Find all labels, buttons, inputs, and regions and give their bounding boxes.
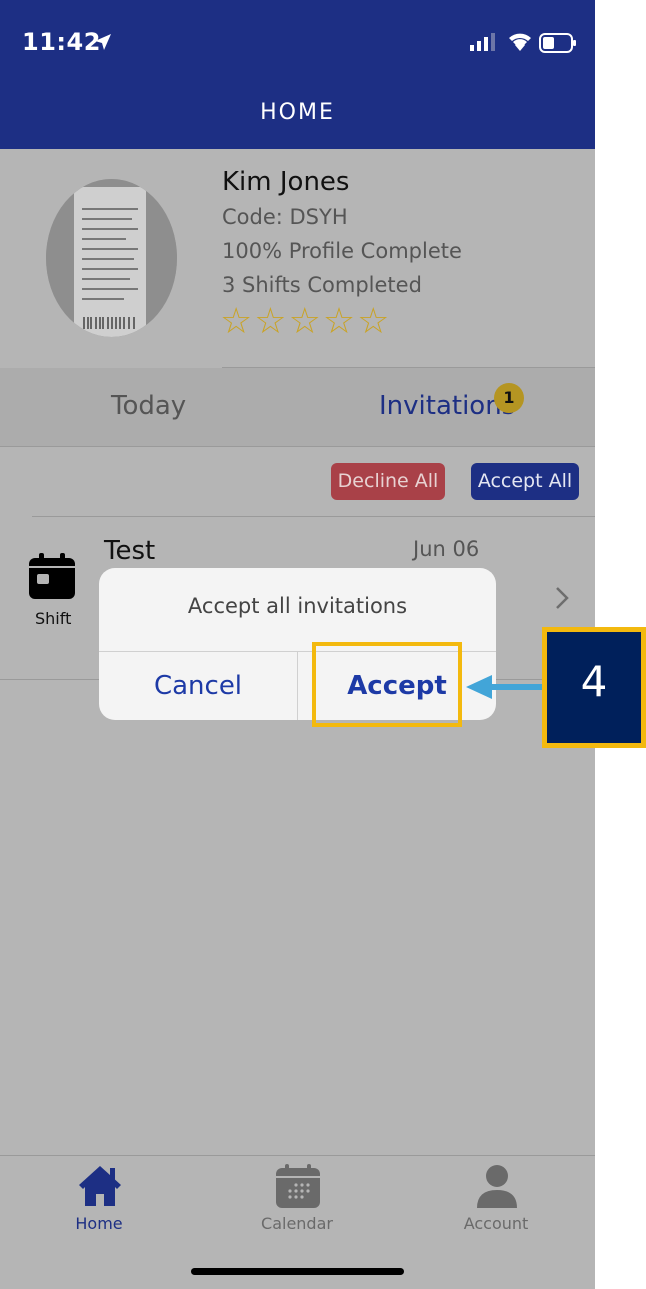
decline-all-button[interactable]: Decline All — [331, 463, 445, 500]
phone-screen: 11:42 HOME Kim Jones Code: DSYH 100% Pro… — [0, 0, 595, 1289]
shift-title: Test — [104, 536, 156, 566]
battery-icon — [539, 33, 576, 53]
nav-item-home[interactable]: Home — [0, 1156, 198, 1246]
location-arrow-icon — [95, 34, 111, 50]
status-time: 11:42 — [22, 28, 101, 56]
tab-today[interactable]: Today — [111, 391, 186, 421]
pointer-arrow-icon — [466, 675, 544, 699]
accept-all-button[interactable]: Accept All — [471, 463, 579, 500]
cancel-button[interactable]: Cancel — [99, 652, 297, 720]
dialog-message: Accept all invitations — [187, 594, 408, 618]
nav-label-account: Account — [463, 1214, 529, 1233]
cell-signal-icon — [470, 33, 495, 51]
header-bar: 11:42 HOME — [0, 0, 595, 149]
account-icon — [477, 1165, 517, 1208]
step-number-badge: 4 — [542, 627, 646, 748]
rating-stars: ☆ ☆ ☆ ☆ ☆ — [220, 304, 389, 340]
profile-card: Kim Jones Code: DSYH 100% Profile Comple… — [0, 149, 595, 368]
shift-type-label: Shift — [35, 609, 72, 628]
nav-label-calendar: Calendar — [261, 1214, 333, 1233]
profile-code: Code: DSYH — [222, 205, 348, 229]
calendar-icon — [276, 1164, 320, 1208]
star-icon: ☆ — [357, 301, 390, 342]
accept-highlight-box — [312, 642, 462, 727]
home-indicator[interactable] — [191, 1268, 404, 1275]
star-icon: ☆ — [254, 301, 287, 342]
page-title: HOME — [260, 100, 335, 125]
star-icon: ☆ — [288, 301, 321, 342]
calendar-shift-icon — [29, 553, 75, 599]
profile-completion: 100% Profile Complete — [222, 239, 462, 263]
divider — [32, 516, 595, 517]
shifts-completed: 3 Shifts Completed — [222, 273, 422, 297]
home-icon — [79, 1166, 121, 1206]
nav-label-home: Home — [75, 1214, 123, 1233]
bulk-actions: Decline All Accept All — [0, 447, 595, 517]
star-icon: ☆ — [220, 301, 253, 342]
receipt-photo — [46, 179, 177, 337]
invitations-count-badge: 1 — [494, 383, 524, 413]
wifi-icon — [509, 33, 531, 51]
chevron-right-icon[interactable] — [555, 586, 569, 610]
nav-item-calendar[interactable]: Calendar — [198, 1156, 396, 1246]
profile-name: Kim Jones — [222, 167, 350, 197]
star-icon: ☆ — [322, 301, 356, 342]
nav-item-account[interactable]: Account — [397, 1156, 595, 1246]
avatar[interactable] — [46, 179, 177, 337]
shift-date: Jun 06 — [413, 537, 480, 561]
